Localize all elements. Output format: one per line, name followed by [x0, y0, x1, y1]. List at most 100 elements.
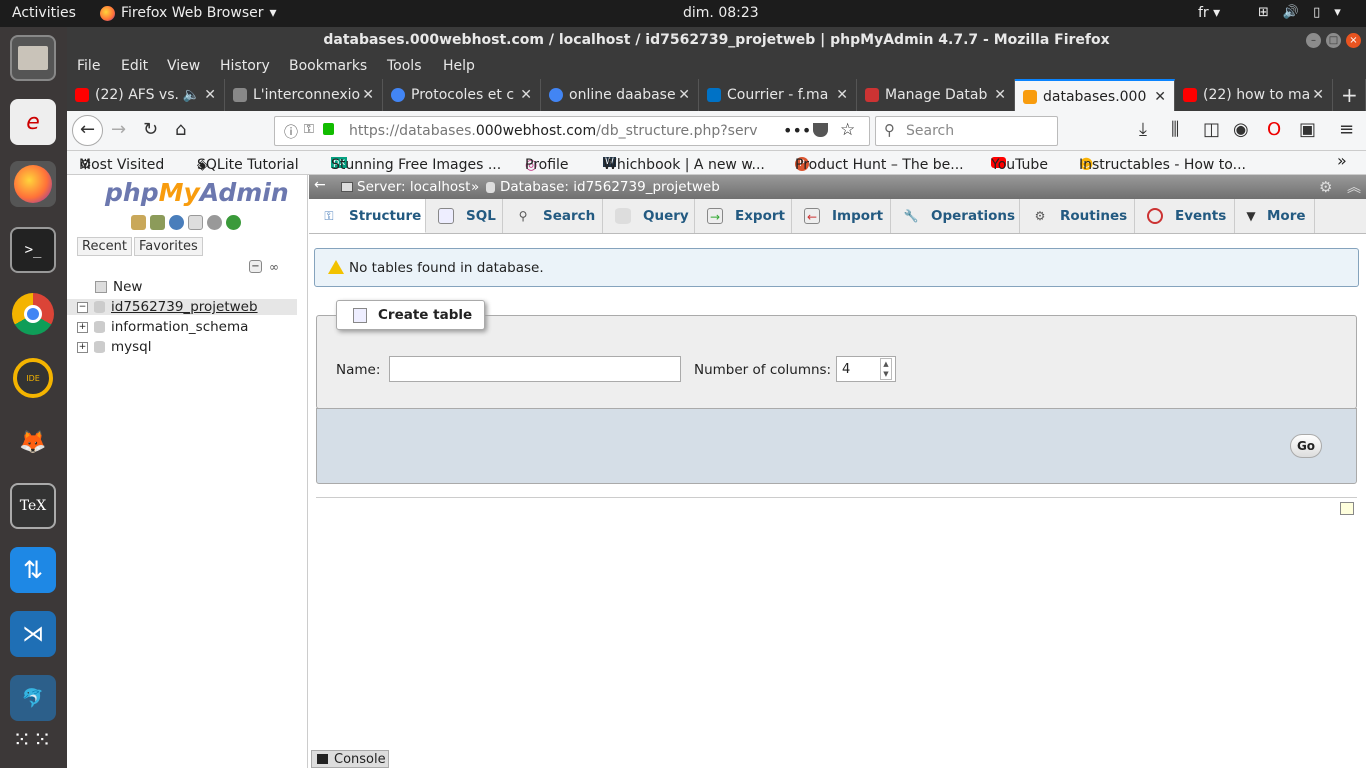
close-icon[interactable]: ✕	[520, 79, 532, 111]
download-icon[interactable]: ⤓	[1139, 119, 1147, 140]
spinner-arrows-icon[interactable]: ▲ ▼	[880, 358, 892, 380]
system-tray[interactable]: ⊞ 🔊 ▯ ▾	[1258, 5, 1341, 20]
browser-tab[interactable]: Courrier - f.ma ✕	[699, 79, 857, 111]
extension-icon[interactable]: ◉	[1233, 119, 1249, 140]
gear-icon[interactable]	[207, 215, 222, 230]
menu-history[interactable]: History	[220, 58, 270, 74]
browser-tab[interactable]: Manage Datab ✕	[857, 79, 1015, 111]
menu-help[interactable]: Help	[443, 58, 475, 74]
vscode-icon[interactable]: ⋊	[10, 611, 56, 657]
clock[interactable]: dim. 08:23	[683, 5, 759, 21]
browser-tab[interactable]: L'interconnexio ✕	[225, 79, 383, 111]
favorites-tab[interactable]: Favorites	[134, 237, 203, 256]
collapse-icon[interactable]: −	[77, 301, 88, 313]
collapse-all-icon[interactable]: −	[249, 260, 262, 273]
libreoffice-icon[interactable]: e	[10, 99, 56, 145]
tree-item-database[interactable]: + mysql	[77, 339, 152, 355]
close-button[interactable]: ×	[1346, 33, 1361, 48]
language-indicator[interactable]: fr ▾	[1198, 5, 1220, 21]
back-button[interactable]: ←	[72, 115, 103, 146]
tab-operations[interactable]: 🔧 Operations	[891, 199, 1020, 233]
texmaker-icon[interactable]: TeX	[10, 483, 56, 529]
tab-structure[interactable]: ⚿ Structure	[309, 199, 426, 233]
hamburger-menu-icon[interactable]: ≡	[1339, 119, 1354, 140]
close-icon[interactable]: ✕	[1312, 79, 1324, 111]
close-icon[interactable]: ✕	[1154, 81, 1166, 111]
close-icon[interactable]: ✕	[204, 79, 216, 111]
tab-more[interactable]: ▼ More	[1235, 199, 1315, 233]
chrome-icon[interactable]	[10, 291, 56, 337]
close-icon[interactable]: ✕	[678, 79, 690, 111]
sidebar-icon[interactable]: ◫	[1203, 119, 1220, 140]
gear-icon[interactable]: ⚙	[1319, 178, 1332, 196]
opera-icon[interactable]: O	[1267, 119, 1281, 140]
breadcrumb-database[interactable]: Database: id7562739_projetweb	[500, 179, 720, 195]
forward-button[interactable]: →	[111, 119, 126, 140]
help-icon[interactable]	[169, 215, 184, 230]
menu-file[interactable]: File	[77, 58, 100, 74]
menu-view[interactable]: View	[167, 58, 200, 74]
close-icon[interactable]: ✕	[362, 79, 374, 111]
browser-tab-active[interactable]: databases.000 ✕	[1015, 79, 1175, 111]
menu-edit[interactable]: Edit	[121, 58, 148, 74]
tab-search[interactable]: ⚲ Search	[503, 199, 603, 233]
logout-icon[interactable]	[150, 215, 165, 230]
home-icon[interactable]	[131, 215, 146, 230]
tab-routines[interactable]: ⚙ Routines	[1020, 199, 1135, 233]
menu-tools[interactable]: Tools	[387, 58, 422, 74]
tree-item-database[interactable]: − id7562739_projetweb	[67, 299, 297, 315]
star-icon[interactable]: ☆	[840, 120, 855, 140]
tree-item-new[interactable]: New	[95, 279, 142, 295]
tab-query[interactable]: Query	[603, 199, 695, 233]
browser-tab[interactable]: Protocoles et c ✕	[383, 79, 541, 111]
recent-tab[interactable]: Recent	[77, 237, 132, 256]
link-icon[interactable]: ∞	[269, 260, 279, 274]
collapse-icon[interactable]: ︽	[1347, 177, 1361, 197]
close-icon[interactable]: ✕	[994, 79, 1006, 111]
chevron-right-icon[interactable]: »	[1337, 151, 1347, 170]
minimize-button[interactable]: –	[1306, 33, 1321, 48]
files-icon[interactable]	[10, 35, 56, 81]
table-name-input[interactable]	[389, 356, 681, 382]
expand-icon[interactable]: +	[77, 321, 88, 333]
collapse-nav-icon[interactable]: ←	[314, 177, 326, 193]
show-applications-icon[interactable]: ⁙⁙	[10, 717, 56, 763]
tab-export[interactable]: → Export	[695, 199, 792, 233]
notepad-icon[interactable]	[1340, 502, 1354, 515]
columns-stepper[interactable]: 4 ▲ ▼	[836, 356, 896, 382]
phpmyadmin-logo[interactable]: phpMyAdmin	[105, 178, 289, 207]
maximize-button[interactable]: □	[1326, 33, 1341, 48]
page-actions-icon[interactable]: •••	[783, 121, 811, 140]
browser-tab[interactable]: (22) how to ma ✕	[1175, 79, 1333, 111]
gimp-icon[interactable]: 🦊	[10, 419, 56, 465]
tab-import[interactable]: ← Import	[792, 199, 891, 233]
screenshot-icon[interactable]: ▣	[1299, 119, 1316, 140]
terminal-icon[interactable]: >_	[10, 227, 56, 273]
menu-bookmarks[interactable]: Bookmarks	[289, 58, 367, 74]
go-button[interactable]: Go	[1290, 434, 1322, 458]
breadcrumb-server[interactable]: Server: localhost	[357, 179, 470, 195]
pocket-icon[interactable]	[813, 123, 828, 137]
new-tab-button[interactable]: +	[1333, 79, 1366, 111]
expand-icon[interactable]: +	[77, 341, 88, 353]
mysql-workbench-icon[interactable]: 🐬	[10, 675, 56, 721]
tab-sql[interactable]: SQL	[426, 199, 503, 233]
console-toggle[interactable]: Console	[311, 750, 389, 768]
browser-tab[interactable]: online daabase ✕	[541, 79, 699, 111]
reload-button[interactable]: ↻	[143, 119, 158, 140]
eclipse-java-ee-icon[interactable]: IDE	[10, 355, 56, 401]
search-input[interactable]: ⚲ Search	[875, 116, 1058, 146]
library-icon[interactable]: ⫼	[1171, 119, 1179, 140]
reload-icon[interactable]	[226, 215, 241, 230]
close-icon[interactable]: ✕	[836, 79, 848, 111]
software-updater-icon[interactable]: ⇅	[10, 547, 56, 593]
app-menu[interactable]: Firefox Web Browser ▾	[100, 5, 277, 21]
firefox-icon[interactable]	[10, 161, 56, 207]
url-bar[interactable]: ⓘ ⚿ https://databases.000webhost.com/db_…	[274, 116, 870, 146]
docs-icon[interactable]	[188, 215, 203, 230]
browser-tab[interactable]: (22) AFS vs. 🔈 ✕	[67, 79, 225, 111]
tree-item-database[interactable]: + information_schema	[77, 319, 248, 335]
home-button[interactable]: ⌂	[175, 119, 186, 140]
activities-button[interactable]: Activities	[12, 5, 76, 21]
tab-events[interactable]: Events	[1135, 199, 1235, 233]
